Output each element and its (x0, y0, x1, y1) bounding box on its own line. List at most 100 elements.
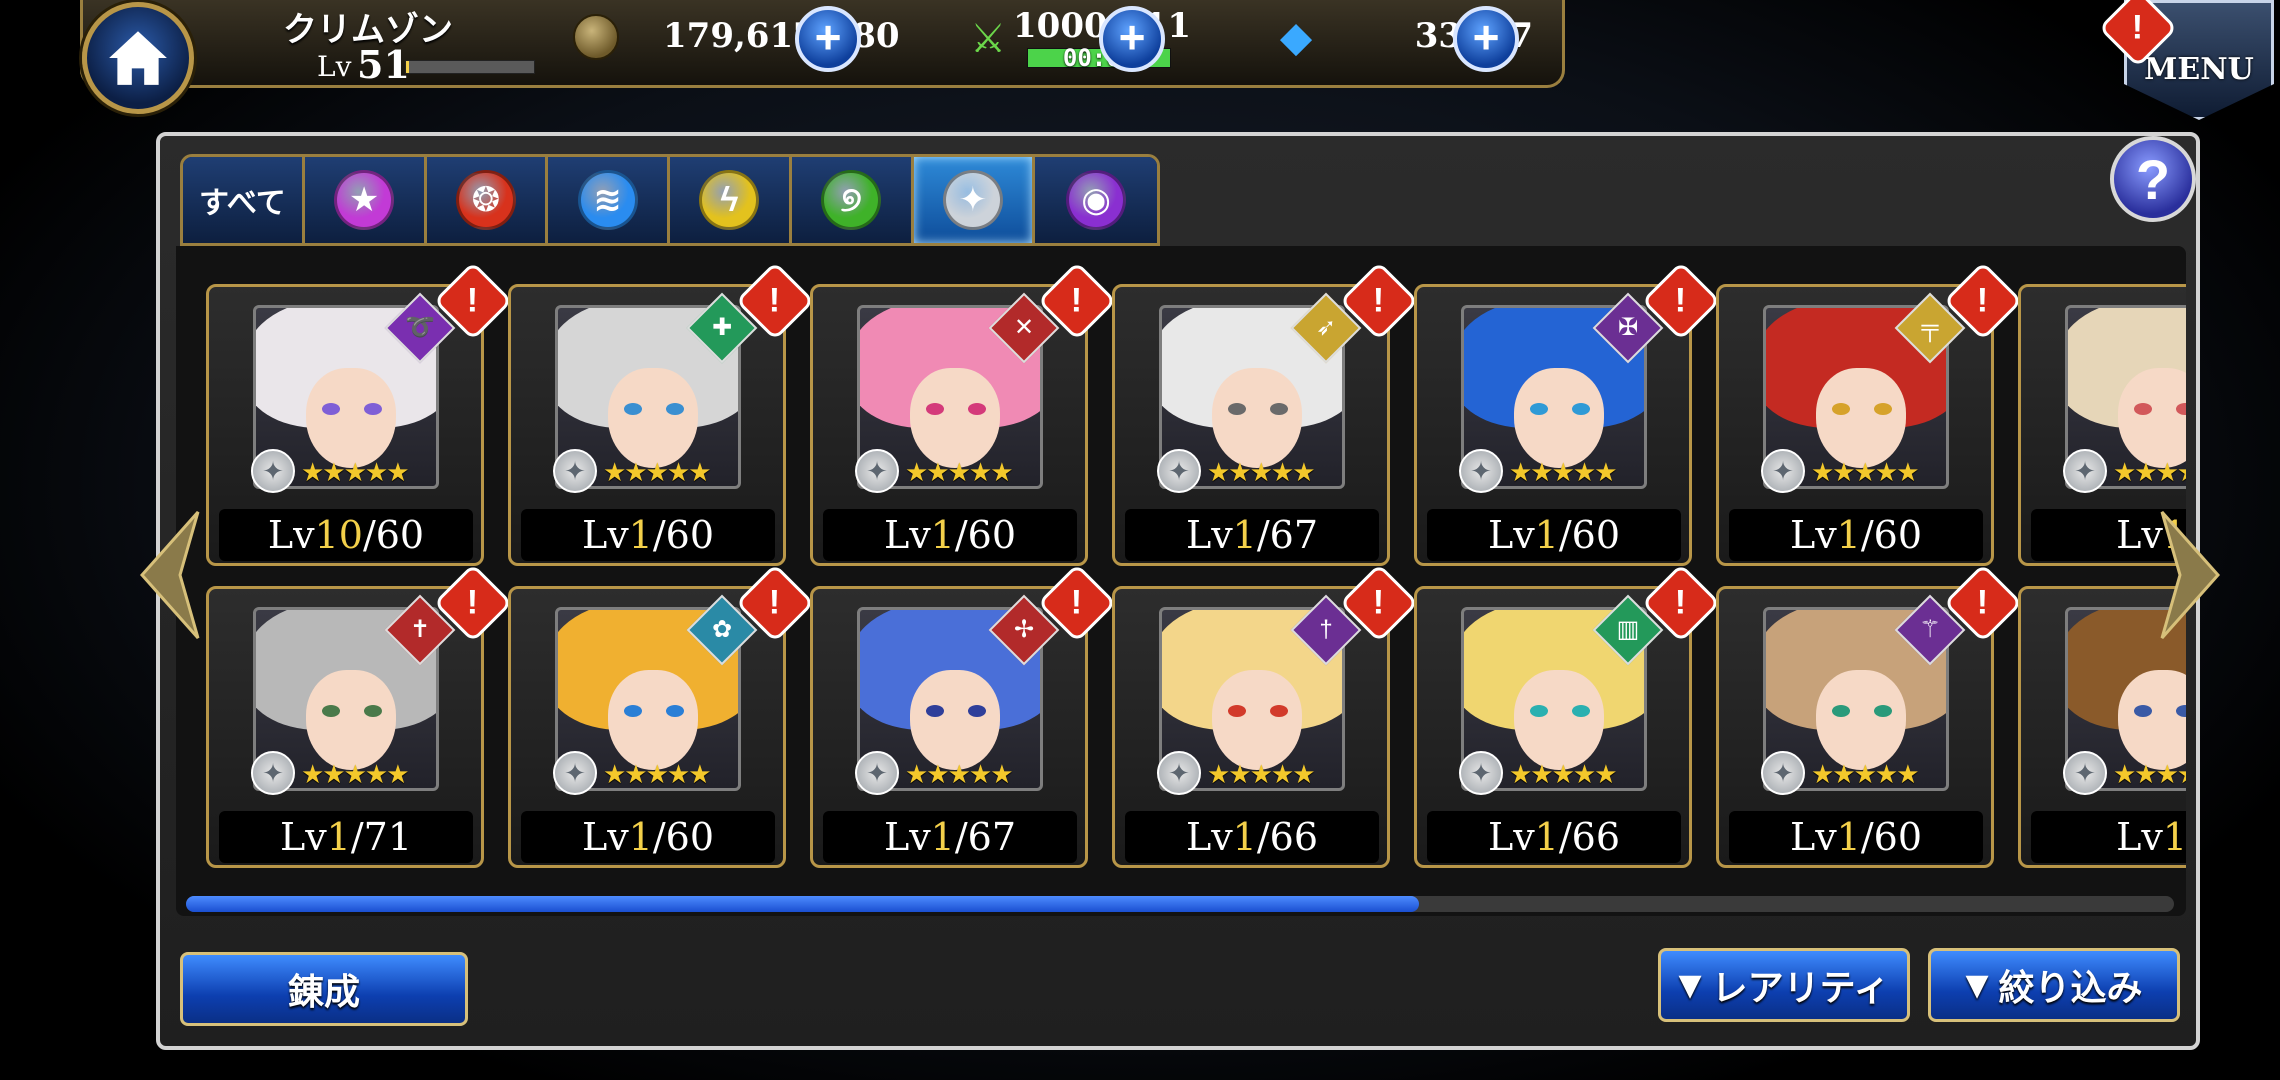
portrait-eye (1874, 705, 1892, 717)
unit-level: Lv1/67 (823, 811, 1077, 863)
unit-card[interactable]: ✝ ✦ ★★★★★! Lv1/71 (206, 563, 513, 868)
alert-mark: ! (1373, 583, 1385, 622)
rarity-stars: ★★★★★ (1811, 759, 1920, 789)
tab-thunder-element[interactable]: ϟ (670, 157, 792, 243)
unit-level: Lv1/60 (1729, 811, 1983, 863)
next-page-arrow[interactable] (2160, 510, 2221, 640)
portrait-eye (968, 403, 986, 415)
unit-level-current: 1 (628, 815, 653, 859)
wind-element-icon: ୭ (821, 170, 882, 230)
prev-page-arrow[interactable] (139, 510, 200, 640)
unit-level-max: /67 (1256, 513, 1319, 557)
weapon-glyph: ╤ (1921, 314, 1939, 341)
rarity-stars: ★★★★★ (1509, 457, 1618, 487)
unit-level-current: 1 (1232, 513, 1257, 557)
portrait-eye (926, 403, 944, 415)
help-button[interactable]: ? (2110, 136, 2196, 222)
unit-level: Lv1/66 (1427, 811, 1681, 863)
exp-bar-fill (406, 61, 409, 73)
alert-mark: ! (2132, 8, 2144, 47)
alert-mark: ! (1977, 281, 1989, 320)
weapon-glyph: ✿ (711, 616, 733, 643)
unit-card[interactable]: ▥ ✦ ★★★★★! Lv1/66 (1414, 563, 1721, 868)
tab-water-element[interactable]: ≋ (548, 157, 670, 243)
tab-dark-element[interactable]: ◉ (1035, 157, 1157, 243)
buy-coins-button[interactable]: + (795, 6, 861, 72)
weapon-glyph: ➶ (1315, 314, 1337, 341)
unit-card[interactable]: ✕ ✦ ★★★★★! Lv1/60 (810, 261, 1117, 566)
portrait-face (2118, 670, 2186, 770)
unit-level: Lv1/71 (219, 811, 473, 863)
exp-bar (405, 60, 535, 74)
unit-level: Lv1/60 (521, 811, 775, 863)
unit-level: Lv1/66 (1125, 811, 1379, 863)
unit-level-prefix: Lv (1789, 513, 1837, 557)
weapon-glyph: ▥ (1616, 616, 1640, 643)
portrait-eye (1228, 403, 1246, 415)
portrait-eye (1530, 403, 1548, 415)
unit-card[interactable]: ╤ ✦ ★★★★★! Lv1/60 (1716, 261, 2023, 566)
portrait-eye (968, 705, 986, 717)
buy-stamina-button[interactable]: + (1099, 6, 1165, 72)
light-element-badge-icon: ✦ (1761, 751, 1805, 795)
top-status-bar: クリムゾン Lv 51 179,617,780 + ⚔ 1000/111 00:… (80, 0, 1565, 88)
unit-level-current: 1 (2162, 815, 2186, 859)
tab-light-element[interactable]: ✦ (913, 157, 1036, 243)
buy-gems-button[interactable]: + (1453, 6, 1519, 72)
unit-card[interactable]: ✠ ✦ ★★★★★! Lv1/60 (1414, 261, 1721, 566)
unit-card[interactable]: ✢ ✦ ★★★★★! Lv1/67 (810, 563, 1117, 868)
unit-card[interactable]: ✚ ✦ ★★★★★! Lv1/60 (508, 261, 815, 566)
element-filter-tabs: すべて ★ ❂ ≋ ϟ ୭ ✦ ◉ (180, 154, 1160, 246)
portrait-face (1816, 670, 1906, 770)
unit-level-max: /66 (1558, 815, 1621, 859)
list-scrollbar[interactable] (186, 896, 2174, 912)
weapon-glyph: ✠ (1617, 314, 1639, 341)
plus-icon: + (1118, 11, 1146, 63)
unit-level-current: 1 (1534, 815, 1559, 859)
unit-card[interactable]: ✿ ✦ ★★★★★! Lv1/60 (508, 563, 815, 868)
unit-level-prefix: Lv (279, 815, 327, 859)
tab-wind-element[interactable]: ୭ (791, 157, 914, 243)
unit-level-max: /60 (1860, 815, 1923, 859)
portrait-face (910, 670, 1000, 770)
portrait-eye (666, 403, 684, 415)
unit-card[interactable]: † ✦ ★★★★★! Lv1/66 (1112, 563, 1419, 868)
filter-button[interactable]: ▼ 絞り込み (1928, 948, 2180, 1022)
refine-button[interactable]: 錬成 (180, 952, 468, 1026)
unit-card[interactable]: ➰ ✦ ★★★★★! Lv10/60 (206, 261, 513, 566)
unit-level: Lv1/60 (1427, 509, 1681, 561)
player-level: 51 (357, 42, 410, 87)
tab-all-tab[interactable]: すべて (183, 157, 305, 243)
tab-star-element[interactable]: ★ (304, 157, 427, 243)
portrait-eye (1832, 403, 1850, 415)
help-icon: ? (2135, 147, 2171, 211)
tab-fire-element[interactable]: ❂ (426, 157, 549, 243)
rarity-stars: ★★★★★ (1811, 457, 1920, 487)
scrollbar-thumb[interactable] (186, 896, 1419, 912)
menu-button[interactable]: MENU ! (2098, 0, 2280, 120)
alert-mark: ! (467, 281, 479, 320)
portrait-eye (322, 705, 340, 717)
portrait-face (1514, 670, 1604, 770)
rarity-stars: ★★★★★ (1207, 457, 1316, 487)
portrait-eye (926, 705, 944, 717)
alert-mark: ! (1977, 583, 1989, 622)
light-element-badge-icon: ✦ (1157, 449, 1201, 493)
light-element-icon: ✦ (942, 170, 1003, 230)
alert-mark: ! (1675, 583, 1687, 622)
unit-level: Lv1/60 (521, 509, 775, 561)
light-element-badge-icon: ✦ (1157, 751, 1201, 795)
unit-level-prefix: Lv (267, 513, 315, 557)
thunder-element-icon: ϟ (699, 170, 760, 230)
rarity-label: レアリティ (1711, 968, 1890, 1009)
unit-card[interactable]: ⚚ ✦ ★★★★★! Lv1/60 (1716, 563, 2023, 868)
rarity-sort-button[interactable]: ▼ レアリティ (1658, 948, 1910, 1022)
unit-level-prefix: Lv (1487, 513, 1535, 557)
rarity-stars: ★★★★★ (2113, 759, 2186, 789)
unit-level-prefix: Lv (2116, 513, 2163, 557)
unit-card[interactable]: ➶ ✦ ★★★★★! Lv1/67 (1112, 261, 1419, 566)
portrait-eye (624, 705, 642, 717)
light-element-badge-icon: ✦ (553, 751, 597, 795)
home-button[interactable] (82, 2, 194, 114)
unit-level-current: 1 (1836, 815, 1861, 859)
